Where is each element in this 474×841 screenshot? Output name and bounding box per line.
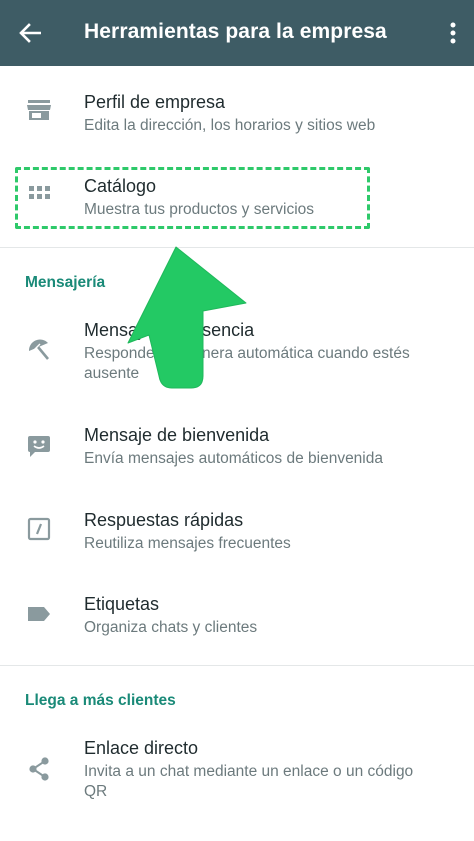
arrow-left-icon xyxy=(19,23,41,43)
store-icon xyxy=(24,95,54,125)
item-description: Organiza chats y clientes xyxy=(84,619,258,636)
list-item-respuestas-rapidas[interactable]: Respuestas rápidas Reutiliza mensajes fr… xyxy=(0,490,474,574)
more-options-button[interactable] xyxy=(438,17,468,49)
list-item-mensaje-ausencia[interactable]: Mensaje de ausencia Responde de manera a… xyxy=(0,300,474,404)
smiley-chat-icon xyxy=(24,431,54,461)
item-description: Reutiliza mensajes frecuentes xyxy=(84,535,291,552)
highlight-box xyxy=(15,167,370,229)
section-header-mensajeria: Mensajería xyxy=(25,274,106,291)
quick-reply-icon xyxy=(24,514,54,544)
item-description: Responde de manera automática cuando est… xyxy=(84,345,410,382)
item-title: Enlace directo xyxy=(84,738,199,758)
back-button[interactable] xyxy=(14,17,46,49)
list-item-perfil-empresa[interactable]: Perfil de empresa Edita la dirección, lo… xyxy=(0,66,474,150)
divider xyxy=(0,247,474,248)
page-title: Herramientas para la empresa xyxy=(84,20,387,43)
section-header-clientes: Llega a más clientes xyxy=(25,692,176,709)
item-title: Respuestas rápidas xyxy=(84,510,244,530)
item-title: Mensaje de ausencia xyxy=(84,320,255,340)
item-description: Invita a un chat mediante un enlace o un… xyxy=(84,763,414,800)
label-icon xyxy=(24,599,54,629)
item-title: Mensaje de bienvenida xyxy=(84,425,270,445)
list-item-enlace-directo[interactable]: Enlace directo Invita a un chat mediante… xyxy=(0,720,474,820)
screen: Herramientas para la empresa Perfil de e… xyxy=(0,0,474,841)
item-description: Envía mensajes automáticos de bienvenida xyxy=(84,450,383,467)
divider xyxy=(0,665,474,666)
app-bar: Herramientas para la empresa xyxy=(0,0,474,66)
item-title: Etiquetas xyxy=(84,594,160,614)
list-item-etiquetas[interactable]: Etiquetas Organiza chats y clientes xyxy=(0,574,474,664)
list-item-mensaje-bienvenida[interactable]: Mensaje de bienvenida Envía mensajes aut… xyxy=(0,404,474,490)
item-description: Edita la dirección, los horarios y sitio… xyxy=(84,117,376,134)
share-icon xyxy=(24,754,54,784)
beach-umbrella-icon xyxy=(24,336,54,366)
more-vert-icon xyxy=(450,22,456,44)
item-title: Perfil de empresa xyxy=(84,92,226,112)
